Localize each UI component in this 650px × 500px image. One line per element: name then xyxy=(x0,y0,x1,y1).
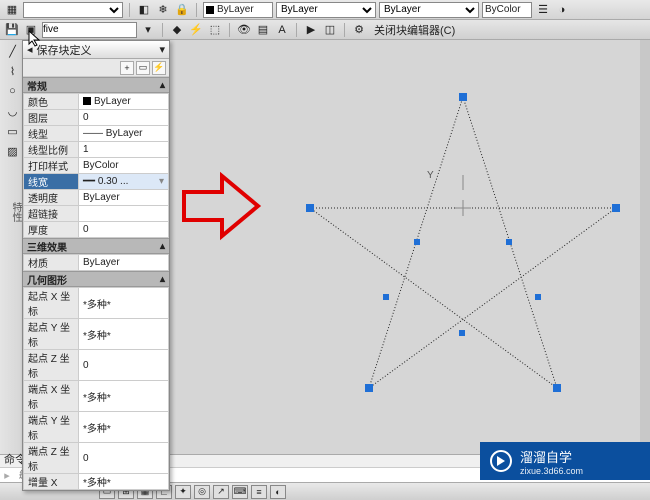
section-header[interactable]: 三维效果▴ xyxy=(23,238,169,254)
polyline-tool-icon[interactable]: ⌇ xyxy=(2,62,23,80)
property-row[interactable]: 起点 Y 坐标*多种* xyxy=(24,319,169,350)
polar-toggle[interactable]: ✦ xyxy=(175,485,191,499)
layer-lock-icon[interactable]: 🔒 xyxy=(174,2,190,18)
property-row[interactable]: 图层0 xyxy=(24,110,169,126)
property-row[interactable]: 端点 Z 坐标0 xyxy=(24,443,169,474)
property-row[interactable]: 颜色ByLayer xyxy=(24,94,169,110)
pickadd-icon[interactable]: + xyxy=(120,61,134,75)
property-row[interactable]: 厚度0 xyxy=(24,222,169,238)
lineweight-combo[interactable]: ByLayer xyxy=(379,2,479,18)
transparency-toggle[interactable]: ◐ xyxy=(270,485,286,499)
layer-manager-icon[interactable]: ▦ xyxy=(4,2,20,18)
list-icon[interactable]: ☰ xyxy=(535,2,551,18)
layer-iso-icon[interactable]: ◧ xyxy=(136,2,152,18)
constraint-icon[interactable]: ⬚ xyxy=(207,22,223,38)
properties-tab-label[interactable]: 特性 xyxy=(2,202,23,222)
action-icon[interactable]: ⚡ xyxy=(188,22,204,38)
property-row[interactable]: 端点 Y 坐标*多种* xyxy=(24,412,169,443)
brand-name: 溜溜自学 xyxy=(520,447,583,466)
layer-combo[interactable] xyxy=(23,2,123,18)
properties-palette: ◂ 保存块定义 ▾ + ▭ ⚡ 常规▴颜色ByLayer图层0线型—— ByLa… xyxy=(22,40,170,491)
dropdown-icon[interactable]: ▾ xyxy=(140,22,156,38)
properties-mini-toolbar: + ▭ ⚡ xyxy=(23,59,169,77)
property-row[interactable]: 端点 X 坐标*多种* xyxy=(24,381,169,412)
property-row[interactable]: 材质ByLayer xyxy=(24,255,169,271)
property-row[interactable]: 增量 X*多种* xyxy=(24,474,169,490)
hatch-tool-icon[interactable]: ▨ xyxy=(2,142,23,160)
section-header[interactable]: 几何图形▴ xyxy=(23,271,169,287)
linetype-combo[interactable]: ByLayer xyxy=(276,2,376,18)
select-objects-icon[interactable]: ▭ xyxy=(136,61,150,75)
rect-tool-icon[interactable]: ▭ xyxy=(2,122,23,140)
property-row[interactable]: 线型—— ByLayer xyxy=(24,126,169,142)
param-icon[interactable]: ◆ xyxy=(169,22,185,38)
close-block-editor-button[interactable]: 关闭块编辑器(C) xyxy=(370,22,459,38)
block-props-icon[interactable]: ▣ xyxy=(23,22,39,38)
pin-icon[interactable]: ◂ xyxy=(27,43,33,56)
arc-tool-icon[interactable]: ◡ xyxy=(2,102,23,120)
properties-title: 保存块定义 xyxy=(37,42,92,58)
otrack-toggle[interactable]: ↗ xyxy=(213,485,229,499)
osnap-toggle[interactable]: ◎ xyxy=(194,485,210,499)
auth-palette-icon[interactable]: ◫ xyxy=(322,22,338,38)
brand-url: zixue.3d66.com xyxy=(520,466,583,476)
dropdown-arrow-icon[interactable]: ▾ xyxy=(159,43,165,56)
layer-freeze-icon[interactable]: ❄ xyxy=(155,2,171,18)
chevron-right-icon: ▸ xyxy=(0,469,14,482)
quick-select-icon[interactable]: ⚡ xyxy=(152,61,166,75)
play-icon xyxy=(490,450,512,472)
attribute-icon[interactable]: A xyxy=(274,22,290,38)
toolbar-layers: ▦ ◧ ❄ 🔒 ByLayer ByLayer ByLayer ByColor … xyxy=(0,0,650,20)
toolbar-block-editor: 💾 ▣ ▾ ◆ ⚡ ⬚ 👁 ▤ A ▶ ◫ ⚙ 关闭块编辑器(C) xyxy=(0,20,650,40)
table-icon[interactable]: ▤ xyxy=(255,22,271,38)
dropdown-icon[interactable]: ▾ xyxy=(159,176,164,187)
property-row[interactable]: 起点 Z 坐标0 xyxy=(24,350,169,381)
section-header[interactable]: 常规▴ xyxy=(23,77,169,93)
property-row[interactable]: 超链接 xyxy=(24,206,169,222)
test-icon[interactable]: ▶ xyxy=(303,22,319,38)
block-name-input[interactable] xyxy=(42,22,137,38)
line-tool-icon[interactable]: ╱ xyxy=(2,42,23,60)
circle-tool-icon[interactable]: ○ xyxy=(2,82,23,100)
property-row[interactable]: 起点 X 坐标*多种* xyxy=(24,288,169,319)
brand-overlay: 溜溜自学 zixue.3d66.com xyxy=(480,442,650,480)
collapse-icon[interactable]: ▴ xyxy=(160,241,165,252)
property-row[interactable]: 线宽━━ 0.30 ...▾ xyxy=(24,174,169,190)
properties-header[interactable]: ◂ 保存块定义 ▾ xyxy=(23,41,169,59)
collapse-icon[interactable]: ▴ xyxy=(160,274,165,285)
visibility-icon[interactable]: 👁 xyxy=(236,22,252,38)
collapse-icon[interactable]: ▴ xyxy=(160,80,165,91)
property-row[interactable]: 打印样式ByColor xyxy=(24,158,169,174)
lineweight-toggle[interactable]: ≡ xyxy=(251,485,267,499)
color-icon[interactable]: ◑ xyxy=(554,2,570,18)
save-block-icon[interactable]: 💾 xyxy=(4,22,20,38)
dynamic-input-toggle[interactable]: ⌨ xyxy=(232,485,248,499)
plotstyle-combo[interactable]: ByColor xyxy=(482,2,532,18)
settings-icon[interactable]: ⚙ xyxy=(351,22,367,38)
color-combo[interactable]: ByLayer xyxy=(203,2,273,18)
property-row[interactable]: 线型比例1 xyxy=(24,142,169,158)
property-row[interactable]: 透明度ByLayer xyxy=(24,190,169,206)
